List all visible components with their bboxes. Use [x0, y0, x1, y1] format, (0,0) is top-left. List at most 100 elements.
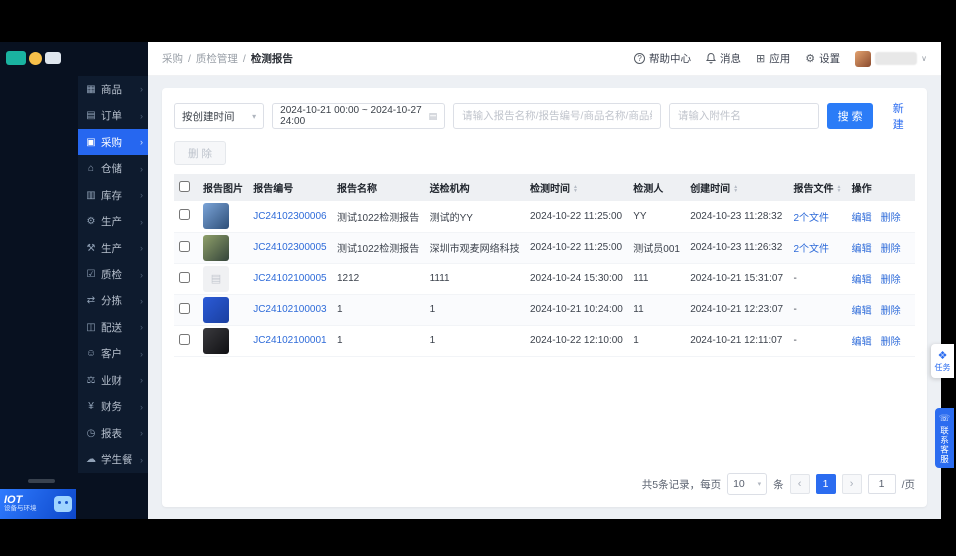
tasks-floating-button[interactable]: ❖ 任务	[931, 344, 954, 378]
tester-cell: 11	[628, 294, 686, 326]
sort-down-icon: ▼	[733, 188, 739, 195]
sidebar-item-production-2[interactable]: ⚒ 生产 ›	[78, 235, 148, 261]
logo-block-yellow	[29, 51, 42, 65]
table-header-row: 报告图片 报告编号 报告名称 送检机构 检测时间 ▲ ▼ 检测人 创建时间 ▲ ▼ 报告…	[174, 174, 915, 201]
col-created: 创建时间 ▲ ▼	[685, 174, 789, 201]
sidebar-scrollbar[interactable]	[28, 479, 55, 483]
search-button[interactable]: 搜 索	[826, 103, 874, 129]
files-link[interactable]: 2个文件	[793, 244, 829, 255]
sidebar-item-sorting[interactable]: ⇄ 分拣 ›	[78, 288, 148, 314]
keyword-search-input[interactable]	[453, 103, 661, 129]
current-page-button[interactable]: 1	[815, 474, 836, 494]
page-content: 按创建时间 ▾ 2024-10-21 00:00 ~ 2024-10-27 24…	[148, 76, 941, 519]
sidebar-item-production[interactable]: ⚙ 生产 ›	[78, 208, 148, 234]
breadcrumb-qc-management[interactable]: 质检管理	[196, 51, 238, 66]
col-ops: 操作	[846, 174, 915, 201]
iot-subtitle: 设备与环境	[4, 505, 37, 513]
sidebar-item-purchase[interactable]: ▣ 采购 ›	[78, 128, 148, 156]
help-center-button[interactable]: ? 帮助中心	[634, 51, 691, 66]
prev-page-button[interactable]: ‹	[789, 474, 810, 494]
sort-created[interactable]: ▲ ▼	[733, 185, 739, 195]
report-name-cell: 测试1022检测报告	[331, 201, 425, 233]
sidebar-item-quality[interactable]: ☑ 质检 ›	[78, 261, 148, 287]
user-account[interactable]: ∨	[855, 50, 927, 67]
edit-link[interactable]: 编辑	[852, 306, 872, 317]
report-no-link[interactable]: JC24102100005	[253, 273, 326, 284]
sidebar-item-reports[interactable]: ◷ 报表 ›	[78, 420, 148, 446]
sort-test-time[interactable]: ▲ ▼	[572, 185, 578, 195]
chevron-down-icon: ▾	[252, 111, 257, 121]
sidebar-item-biz-finance[interactable]: ⚖ 业财 ›	[78, 367, 148, 393]
sidebar-item-student-meal[interactable]: ☁ 学生餐 ›	[78, 447, 148, 473]
main-area: 采购 / 质检管理 / 检测报告 ? 帮助中心 消息 ⊞ 应用 ⚙ 设置 ∨ 按…	[148, 42, 941, 519]
sidebar-item-goods[interactable]: ▦ 商品 ›	[78, 76, 148, 102]
select-all-checkbox[interactable]	[179, 180, 190, 192]
contact-service-floating-button[interactable]: ☏ 联系客服	[935, 408, 954, 468]
row-checkbox[interactable]	[179, 271, 190, 283]
edit-link[interactable]: 编辑	[852, 244, 872, 255]
settings-label: 设置	[819, 53, 841, 65]
col-tester: 检测人	[628, 174, 686, 201]
report-thumbnail[interactable]	[203, 203, 229, 230]
sidebar-item-customers[interactable]: ☺ 客户 ›	[78, 341, 148, 367]
iot-text: IOT 设备与环境	[4, 494, 37, 513]
edit-link[interactable]: 编辑	[852, 275, 872, 286]
sidebar-item-inventory[interactable]: ▥ 库存 ›	[78, 182, 148, 208]
apps-label: 应用	[769, 53, 791, 65]
col-test-time: 检测时间 ▲ ▼	[524, 174, 629, 201]
messages-button[interactable]: 消息	[706, 51, 741, 66]
reports-icon: ◷	[86, 427, 96, 439]
next-page-button[interactable]: ›	[841, 474, 862, 494]
report-thumbnail[interactable]	[203, 234, 229, 261]
sidebar-item-label: 报表	[101, 427, 122, 440]
attachment-search-input[interactable]	[668, 103, 819, 129]
report-thumbnail[interactable]	[203, 327, 229, 354]
created-cell: 2024-10-21 12:23:07	[685, 294, 789, 326]
page-jump-input[interactable]	[867, 474, 896, 494]
row-checkbox[interactable]	[179, 302, 190, 314]
report-no-link[interactable]: JC24102300006	[253, 211, 326, 222]
screen: ▦ 商品 › ▤ 订单 › ▣ 采购 › ⌂ 仓储 › ▥ 库存 › ⚙ 生产 …	[0, 0, 956, 556]
edit-link[interactable]: 编辑	[852, 337, 872, 348]
page-size-select[interactable]: 10 ▾	[727, 473, 768, 495]
sidebar-item-delivery[interactable]: ◫ 配送 ›	[78, 314, 148, 340]
tester-cell: 1	[628, 325, 686, 357]
apps-button[interactable]: ⊞ 应用	[756, 51, 790, 66]
delete-link[interactable]: 删除	[881, 213, 901, 224]
table-row: JC24102300005 测试1022检测报告 深圳市观麦网络科技 2024-…	[174, 232, 915, 264]
report-thumbnail[interactable]	[203, 296, 229, 323]
create-button[interactable]: 新 建	[881, 100, 915, 132]
page-size-value: 10	[733, 478, 745, 490]
col-report-image: 报告图片	[198, 174, 249, 201]
row-checkbox[interactable]	[179, 333, 190, 345]
edit-link[interactable]: 编辑	[852, 213, 872, 224]
sidebar-item-finance[interactable]: ¥ 财务 ›	[78, 394, 148, 420]
delete-link[interactable]: 删除	[881, 244, 901, 255]
sidebar-item-warehouse[interactable]: ⌂ 仓储 ›	[78, 155, 148, 181]
report-thumbnail-placeholder[interactable]: ▤	[203, 265, 229, 292]
delete-link[interactable]: 删除	[881, 275, 901, 286]
tester-cell: 111	[628, 263, 686, 295]
sidebar-item-orders[interactable]: ▤ 订单 ›	[78, 102, 148, 128]
report-no-link[interactable]: JC24102100001	[253, 335, 326, 346]
files-empty: -	[788, 325, 847, 357]
orders-icon: ▤	[86, 110, 96, 122]
time-type-select[interactable]: 按创建时间 ▾	[174, 103, 265, 129]
delete-link[interactable]: 删除	[881, 337, 901, 348]
breadcrumb: 采购 / 质检管理 / 检测报告	[162, 51, 293, 66]
report-no-link[interactable]: JC24102300005	[253, 242, 326, 253]
sidebar-item-label: 客户	[101, 348, 122, 361]
sort-down-icon: ▼	[572, 188, 578, 195]
delete-selected-button[interactable]: 删 除	[174, 141, 226, 165]
report-no-link[interactable]: JC24102100003	[253, 304, 326, 315]
row-checkbox[interactable]	[179, 240, 190, 252]
customers-icon: ☺	[85, 348, 97, 360]
iot-badge[interactable]: IOT 设备与环境	[0, 489, 76, 519]
settings-button[interactable]: ⚙ 设置	[805, 51, 840, 66]
sort-files[interactable]: ▲ ▼	[836, 185, 841, 194]
delete-link[interactable]: 删除	[881, 306, 901, 317]
row-checkbox[interactable]	[179, 209, 190, 221]
date-range-picker[interactable]: 2024-10-21 00:00 ~ 2024-10-27 24:00 ▤	[272, 103, 446, 129]
breadcrumb-purchase[interactable]: 采购	[162, 51, 183, 66]
files-link[interactable]: 2个文件	[793, 213, 829, 224]
